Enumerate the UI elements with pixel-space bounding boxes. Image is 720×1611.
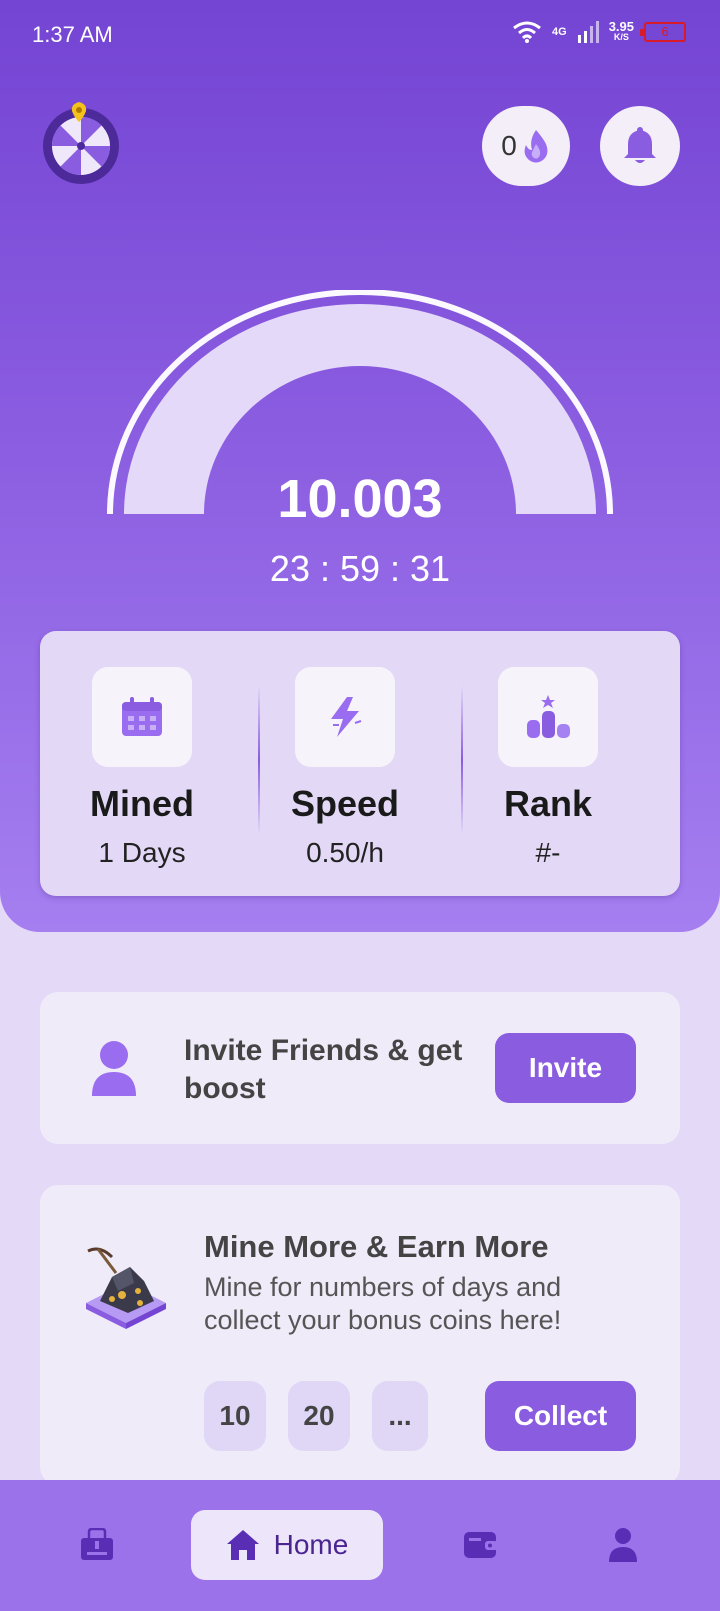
shop-icon <box>81 1528 113 1560</box>
mine-more-card: Mine More & Earn More Mine for numbers o… <box>40 1185 680 1485</box>
mine-more-description: Mine for numbers of days and collect you… <box>204 1272 562 1335</box>
mining-rock-icon <box>86 1247 166 1329</box>
status-indicators: 4G 3.95 K/S 6 <box>512 20 686 44</box>
stat-mined-title: Mined <box>90 783 194 824</box>
battery-indicator: 6 <box>640 22 686 42</box>
home-icon <box>226 1530 259 1560</box>
stat-rank-value: #- <box>535 837 561 868</box>
flame-icon <box>524 130 548 163</box>
bell-icon <box>624 127 656 163</box>
signal-icon <box>577 21 599 43</box>
stats-card: Mined 1 Days Speed 0.50/h Rank #- <box>40 631 680 896</box>
streak-count: 0 <box>501 130 517 161</box>
notifications-button[interactable] <box>600 106 680 186</box>
bottom-nav: Home <box>0 1480 720 1611</box>
net-speed-value: 3.95 <box>608 19 634 34</box>
collect-button[interactable]: Collect <box>485 1381 636 1451</box>
mining-countdown: 23 : 59 : 31 <box>269 548 451 589</box>
mined-balance: 10.003 <box>277 469 443 529</box>
day-option[interactable]: 10 <box>204 1381 266 1451</box>
spin-wheel-button[interactable] <box>40 98 122 188</box>
profile-icon <box>609 1528 637 1562</box>
stat-speed: Speed 0.50/h <box>243 631 443 896</box>
nav-shop[interactable] <box>62 1510 132 1580</box>
stat-rank-title: Rank <box>503 783 593 824</box>
nav-profile[interactable] <box>588 1510 658 1580</box>
lightning-icon <box>331 697 362 737</box>
nav-wallet[interactable] <box>446 1510 516 1580</box>
stat-mined: Mined 1 Days <box>40 631 240 896</box>
day-option-more[interactable]: ... <box>372 1381 428 1451</box>
stat-speed-value: 0.50/h <box>306 837 384 868</box>
stat-mined-icon-box <box>92 667 192 767</box>
invite-button[interactable]: Invite <box>495 1033 636 1103</box>
stat-rank-icon-box <box>498 667 598 767</box>
coin-stack-icon <box>527 695 570 738</box>
nav-home-label: Home <box>273 1529 349 1560</box>
spin-wheel-icon <box>43 102 119 184</box>
stat-speed-title: Speed <box>290 783 400 824</box>
wifi-icon <box>513 21 541 43</box>
stat-speed-icon-box <box>295 667 395 767</box>
user-icon <box>92 1041 136 1096</box>
status-bar: 1:37 AM 4G 3.95 K/S 6 <box>0 0 720 72</box>
invite-card: Invite Friends & get boost Invite <box>40 992 680 1144</box>
day-option[interactable]: 20 <box>288 1381 350 1451</box>
status-time: 1:37 AM <box>32 22 113 47</box>
invite-text: Invite Friends & get boost <box>184 1034 463 1105</box>
stat-mined-value: 1 Days <box>98 837 186 868</box>
network-type: 4G <box>552 25 567 38</box>
calendar-icon <box>122 697 162 736</box>
network-type-label: 4G <box>552 25 567 38</box>
streak-button[interactable]: 0 <box>482 106 570 186</box>
mine-more-title: Mine More & Earn More <box>204 1229 549 1264</box>
wallet-icon <box>464 1532 498 1558</box>
net-speed: 3.95 K/S <box>608 19 634 43</box>
nav-home[interactable]: Home <box>191 1510 383 1580</box>
stat-rank: Rank #- <box>446 631 646 896</box>
